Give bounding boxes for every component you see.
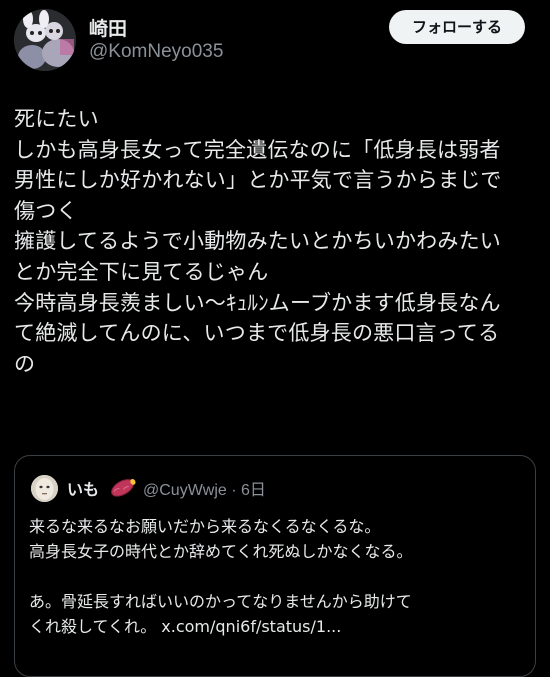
post-text: 死にたい しかも高身長女って完全遺伝なのに「低身長は弱者 男性にしか好かれない」… (14, 104, 536, 379)
sweet-potato-icon (107, 474, 137, 500)
post-line: 死にたい (14, 107, 99, 131)
post-line: 擁護してるようで小動物みたいとかちいかわみたい (14, 229, 501, 254)
post-header: 崎田 @KomNeyo035 フォローする (0, 0, 550, 90)
quote-line: 高身長女子の時代とか辞めてくれ死ぬしかなくなる。 (29, 542, 413, 561)
author-avatar[interactable] (14, 9, 76, 71)
post-line: 男性にしか好かれない」とか平気で言うからまじで (14, 168, 502, 193)
quoted-author-display-name[interactable]: いも (67, 476, 99, 500)
author-handle[interactable]: @KomNeyo035 (89, 41, 223, 63)
author-display-name[interactable]: 崎田 (89, 14, 127, 41)
post-line: 今時高身長羨ましい〜ｷｭﾙﾝムーブかます低身長なん (14, 290, 501, 315)
post-line: とか完全下に見てるじゃん (14, 259, 269, 284)
post-line: て絶滅してんのに、いつまで低身長の悪口言ってる (14, 321, 500, 346)
quoted-author-avatar[interactable] (31, 475, 58, 502)
quoted-post-text: 来るな来るなお願いだから来るなくるなくるな。 高身長女子の時代とか辞めてくれ死ぬ… (29, 514, 525, 639)
post-line: しかも高身長女って完全遺伝なのに「低身長は弱者 (14, 137, 501, 162)
quoted-post[interactable]: いも @CuyWwje · 6日 来るな来るなお願いだから来るなくるなくるな。 … (14, 455, 536, 677)
quoted-author-handle-time[interactable]: @CuyWwje · 6日 (143, 476, 266, 500)
quote-line: あ。骨延長すればいいのかってなりませんから助けて (29, 592, 412, 611)
quote-line (29, 564, 525, 589)
post-line: の (14, 351, 36, 376)
quote-line: 来るな来るなお願いだから来るなくるなくるな。 (29, 517, 381, 536)
quote-line: くれ殺してくれ。 x.com/qni6f/status/1... (29, 617, 342, 636)
follow-button[interactable]: フォローする (389, 10, 525, 44)
post-line: 傷つく (14, 198, 78, 223)
